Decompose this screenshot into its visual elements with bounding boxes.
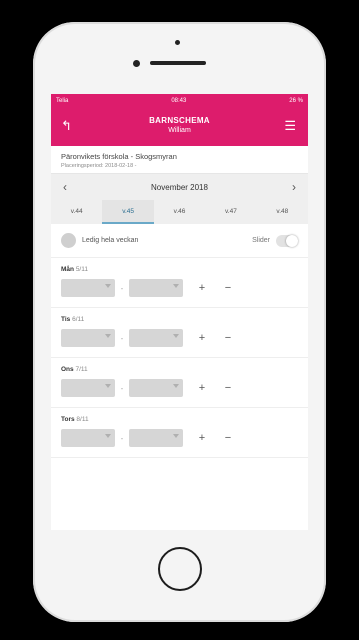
home-button[interactable] (158, 547, 202, 591)
day-date: 6/11 (72, 316, 85, 323)
time-separator: - (120, 433, 124, 443)
battery-label: 26 % (289, 98, 303, 104)
remove-button[interactable]: − (221, 332, 235, 344)
day-date: 7/11 (75, 366, 88, 373)
time-separator: - (120, 333, 124, 343)
day-row: Tors 8/11 - + − (51, 408, 308, 458)
sensor-dot (133, 60, 140, 67)
calendar-nav: ‹ November 2018 › v.44 v.45 v.46 v.47 v.… (51, 174, 308, 224)
remove-button[interactable]: − (221, 382, 235, 394)
add-button[interactable]: + (195, 282, 209, 294)
free-week-row: Ledig hela veckan Slider (51, 224, 308, 258)
end-time-select[interactable] (129, 329, 183, 347)
menu-icon[interactable]: ☰ (284, 118, 296, 134)
end-time-select[interactable] (129, 429, 183, 447)
start-time-select[interactable] (61, 279, 115, 297)
remove-button[interactable]: − (221, 282, 235, 294)
end-time-select[interactable] (129, 279, 183, 297)
placement-period: Placeringsperiod: 2018-02-18 - (61, 163, 137, 169)
time-separator: - (120, 383, 124, 393)
free-week-label: Ledig hela veckan (82, 237, 139, 244)
add-button[interactable]: + (195, 432, 209, 444)
app-header: ↰ BARNSCHEMA William ☰ (51, 108, 308, 146)
school-info: Päronvikets förskola - Skogsmyran Placer… (51, 146, 308, 174)
month-label: November 2018 (151, 182, 208, 192)
front-camera (175, 40, 180, 45)
slider-toggle[interactable] (276, 234, 298, 247)
status-time: 08:43 (171, 98, 187, 104)
end-time-select[interactable] (129, 379, 183, 397)
carrier-label: Telia (56, 98, 69, 104)
start-time-select[interactable] (61, 329, 115, 347)
prev-month-chevron-icon[interactable]: ‹ (63, 180, 67, 194)
status-bar: Telia 08:43 26 % (51, 94, 308, 108)
day-name: Tors (61, 416, 75, 423)
add-button[interactable]: + (195, 382, 209, 394)
week-tabs: v.44 v.45 v.46 v.47 v.48 (51, 200, 308, 224)
remove-button[interactable]: − (221, 432, 235, 444)
earpiece-speaker (150, 61, 206, 65)
next-month-chevron-icon[interactable]: › (292, 180, 296, 194)
day-name: Ons (61, 366, 74, 373)
page-title: BARNSCHEMA (149, 116, 210, 125)
day-date: 5/11 (75, 266, 88, 273)
day-date: 8/11 (76, 416, 89, 423)
week-tab[interactable]: v.48 (257, 200, 308, 224)
day-row: Mån 5/11 - + − (51, 258, 308, 308)
day-name: Mån (61, 266, 74, 273)
add-button[interactable]: + (195, 332, 209, 344)
start-time-select[interactable] (61, 379, 115, 397)
start-time-select[interactable] (61, 429, 115, 447)
school-name: Päronvikets förskola - Skogsmyran (61, 152, 177, 161)
week-tab[interactable]: v.46 (154, 200, 205, 224)
week-tab[interactable]: v.44 (51, 200, 102, 224)
time-separator: - (120, 283, 124, 293)
day-row: Ons 7/11 - + − (51, 358, 308, 408)
day-name: Tis (61, 316, 71, 323)
child-name: William (168, 127, 191, 134)
day-row: Tis 6/11 - + − (51, 308, 308, 358)
free-week-checkbox[interactable] (61, 233, 76, 248)
week-tab[interactable]: v.47 (205, 200, 256, 224)
week-tab-active[interactable]: v.45 (102, 200, 154, 224)
slider-label: Slider (252, 237, 270, 244)
app-screen: Telia 08:43 26 % ↰ BARNSCHEMA William ☰ … (51, 94, 308, 530)
